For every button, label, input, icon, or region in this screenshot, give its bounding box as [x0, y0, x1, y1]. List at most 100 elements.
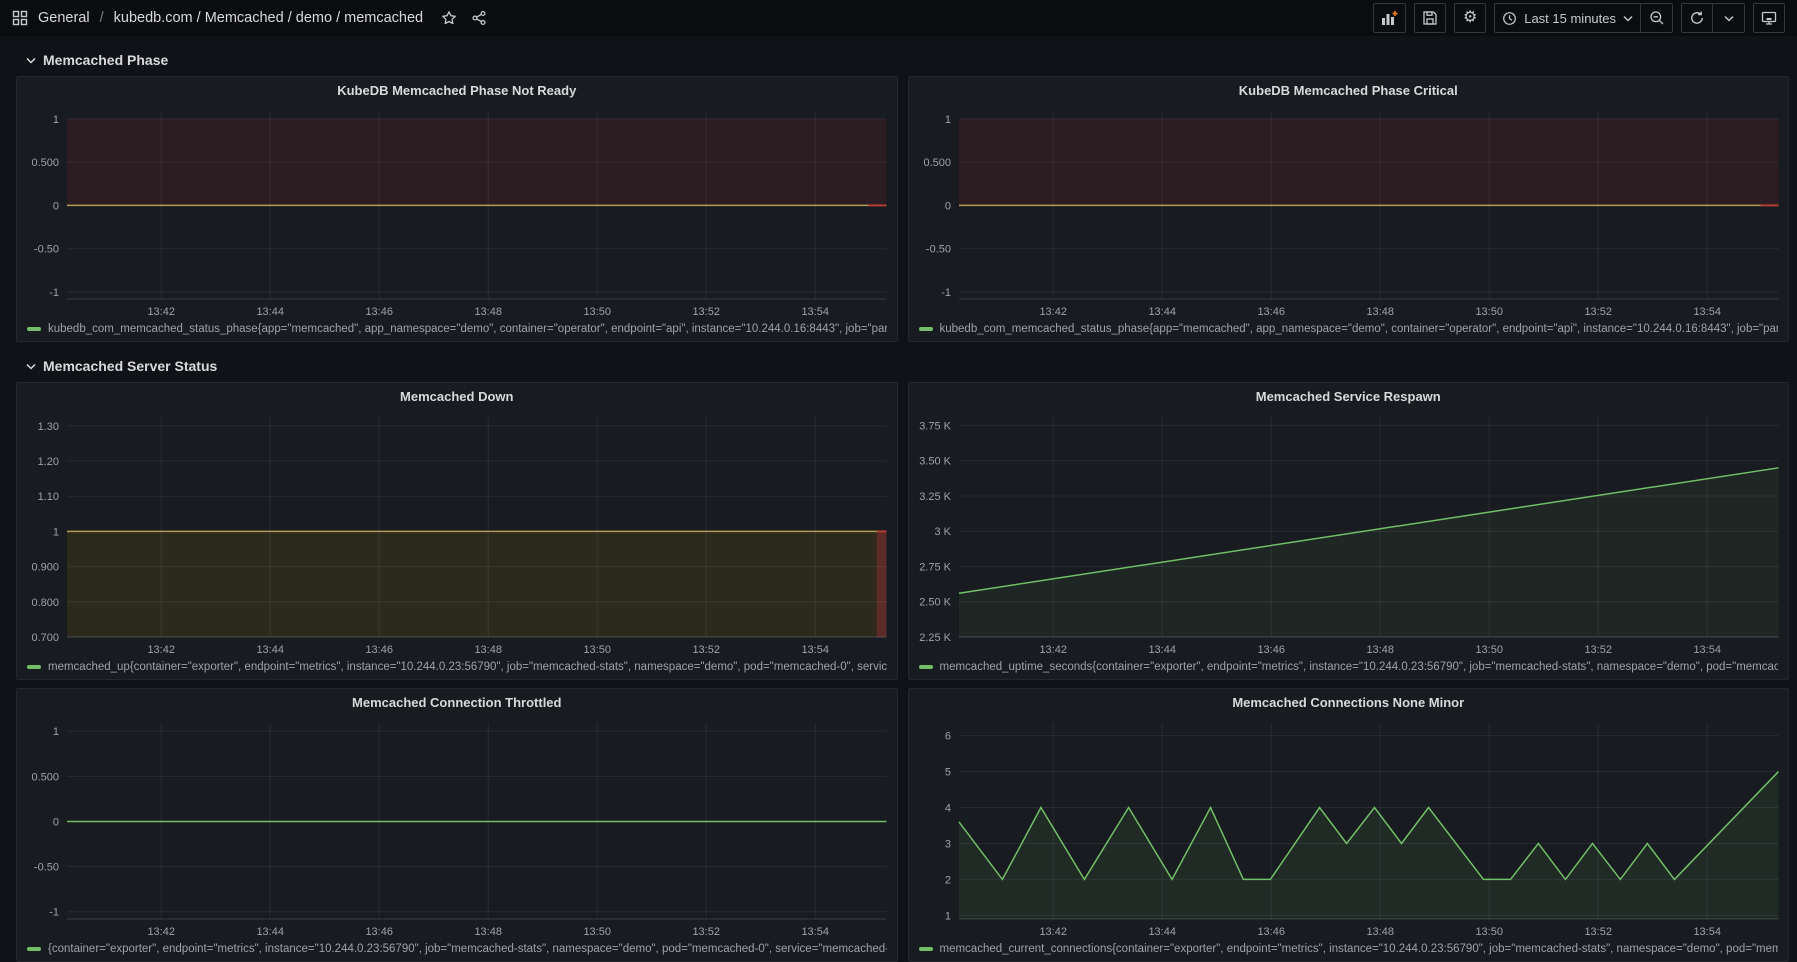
section-header-memcached-phase[interactable]: Memcached Phase — [26, 50, 1789, 70]
add-panel-button[interactable] — [1373, 3, 1406, 33]
legend-swatch — [919, 665, 933, 669]
legend-swatch — [919, 947, 933, 951]
legend-swatch — [27, 665, 41, 669]
legend-label[interactable]: kubedb_com_memcached_status_phase{app="m… — [940, 323, 1779, 335]
svg-text:13:52: 13:52 — [1584, 926, 1611, 938]
panel-memcached-connection-throttled: Memcached Connection Throttled 10.5000-0… — [16, 688, 898, 962]
refresh-dashboard-button[interactable] — [1681, 3, 1713, 33]
legend-label[interactable]: memcached_current_connections{container=… — [940, 943, 1779, 955]
svg-text:13:46: 13:46 — [1257, 306, 1285, 318]
kiosk-mode-button[interactable] — [1753, 3, 1785, 33]
chevron-down-icon — [26, 363, 36, 370]
svg-text:3: 3 — [944, 838, 950, 850]
breadcrumb-folder[interactable]: General — [38, 10, 90, 26]
svg-text:13:42: 13:42 — [1039, 926, 1067, 938]
star-icon[interactable] — [441, 10, 457, 26]
apps-grid-icon[interactable] — [12, 10, 28, 26]
svg-text:0: 0 — [53, 200, 59, 212]
svg-text:3.75 K: 3.75 K — [919, 421, 951, 433]
svg-text:13:54: 13:54 — [1693, 306, 1721, 318]
panel-title[interactable]: KubeDB Memcached Phase Critical — [909, 77, 1789, 103]
svg-text:0.500: 0.500 — [923, 157, 951, 169]
svg-text:13:48: 13:48 — [1366, 926, 1394, 938]
dashboard-title[interactable]: kubedb.com / Memcached / demo / memcache… — [114, 10, 423, 26]
time-range-picker[interactable]: Last 15 minutes — [1494, 3, 1641, 33]
clock-icon — [1502, 11, 1517, 26]
panel-title[interactable]: Memcached Connection Throttled — [17, 689, 897, 715]
zoom-out-icon — [1649, 10, 1665, 26]
svg-text:-0.50: -0.50 — [925, 244, 950, 256]
save-dashboard-button[interactable] — [1414, 3, 1446, 33]
svg-text:-1: -1 — [941, 287, 951, 299]
svg-text:13:48: 13:48 — [1366, 644, 1394, 656]
zoom-out-time-button[interactable] — [1641, 3, 1673, 33]
time-series-chart[interactable]: 3.75 K3.50 K3.25 K3 K2.75 K2.50 K2.25 K1… — [909, 409, 1789, 659]
time-series-chart[interactable]: 10.5000-0.50-113:4213:4413:4613:4813:501… — [909, 103, 1789, 321]
svg-text:3 K: 3 K — [934, 526, 951, 538]
time-series-chart[interactable]: 65432113:4213:4413:4613:4813:5013:5213:5… — [909, 715, 1789, 941]
legend-label[interactable]: {container="exporter", endpoint="metrics… — [48, 943, 887, 955]
legend-label[interactable]: kubedb_com_memcached_status_phase{app="m… — [48, 323, 887, 335]
panel-kubedb-memcached-phase-critical: KubeDB Memcached Phase Critical 10.5000-… — [908, 76, 1790, 342]
svg-text:13:44: 13:44 — [256, 644, 284, 656]
svg-text:13:52: 13:52 — [692, 306, 719, 318]
svg-text:13:46: 13:46 — [365, 926, 392, 938]
svg-text:-1: -1 — [49, 907, 59, 919]
dashboard-content: Memcached Phase KubeDB Memcached Phase N… — [0, 50, 1797, 962]
share-icon[interactable] — [471, 10, 487, 26]
svg-text:-1: -1 — [49, 287, 59, 299]
svg-text:0.800: 0.800 — [31, 597, 59, 609]
svg-text:13:42: 13:42 — [147, 306, 175, 318]
svg-text:13:42: 13:42 — [147, 644, 175, 656]
panel-title[interactable]: Memcached Service Respawn — [909, 383, 1789, 409]
svg-text:13:48: 13:48 — [1366, 306, 1394, 318]
svg-text:13:46: 13:46 — [1257, 926, 1285, 938]
svg-text:13:42: 13:42 — [1039, 306, 1067, 318]
svg-text:6: 6 — [944, 731, 950, 743]
svg-text:13:50: 13:50 — [583, 644, 611, 656]
svg-text:13:50: 13:50 — [1475, 306, 1503, 318]
legend: kubedb_com_memcached_status_phase{app="m… — [909, 321, 1789, 341]
svg-text:13:54: 13:54 — [1693, 644, 1721, 656]
svg-text:-0.50: -0.50 — [34, 244, 59, 256]
section-title: Memcached Server Status — [43, 358, 217, 374]
top-navigation-bar: General / kubedb.com / Memcached / demo … — [0, 0, 1797, 36]
legend-swatch — [919, 327, 933, 331]
svg-text:13:52: 13:52 — [1584, 306, 1611, 318]
time-series-chart[interactable]: 1.301.201.1010.9000.8000.70013:4213:4413… — [17, 409, 897, 659]
refresh-interval-dropdown[interactable] — [1713, 3, 1745, 33]
svg-text:13:54: 13:54 — [801, 306, 829, 318]
svg-text:1: 1 — [53, 726, 59, 738]
svg-text:13:48: 13:48 — [474, 306, 502, 318]
panel-memcached-service-respawn: Memcached Service Respawn 3.75 K3.50 K3.… — [908, 382, 1790, 680]
legend: memcached_uptime_seconds{container="expo… — [909, 659, 1789, 679]
panel-row-1: KubeDB Memcached Phase Not Ready 10.5000… — [16, 76, 1789, 342]
gear-icon: ⚙ — [1463, 10, 1477, 26]
legend-label[interactable]: memcached_uptime_seconds{container="expo… — [940, 661, 1779, 673]
panel-title[interactable]: Memcached Down — [17, 383, 897, 409]
svg-text:13:44: 13:44 — [1148, 926, 1176, 938]
svg-text:0.900: 0.900 — [31, 562, 59, 574]
dashboard-settings-button[interactable]: ⚙ — [1454, 3, 1486, 33]
svg-text:13:46: 13:46 — [365, 306, 392, 318]
svg-text:13:44: 13:44 — [1148, 306, 1176, 318]
svg-text:2.25 K: 2.25 K — [919, 632, 951, 644]
time-series-chart[interactable]: 10.5000-0.50-113:4213:4413:4613:4813:501… — [17, 715, 897, 941]
svg-text:0.500: 0.500 — [31, 771, 59, 783]
svg-text:13:44: 13:44 — [1148, 644, 1176, 656]
svg-text:13:50: 13:50 — [583, 926, 611, 938]
svg-text:13:52: 13:52 — [692, 644, 719, 656]
time-series-chart[interactable]: 10.5000-0.50-113:4213:4413:4613:4813:501… — [17, 103, 897, 321]
svg-text:0.700: 0.700 — [31, 632, 59, 644]
svg-text:13:54: 13:54 — [801, 644, 829, 656]
legend-swatch — [27, 947, 41, 951]
chevron-down-icon — [26, 57, 36, 64]
save-icon — [1422, 10, 1438, 26]
panel-memcached-down: Memcached Down 1.301.201.1010.9000.8000.… — [16, 382, 898, 680]
legend: memcached_current_connections{container=… — [909, 941, 1789, 961]
legend-label[interactable]: memcached_up{container="exporter", endpo… — [48, 661, 887, 673]
panel-title[interactable]: Memcached Connections None Minor — [909, 689, 1789, 715]
section-header-memcached-server-status[interactable]: Memcached Server Status — [26, 356, 1789, 376]
svg-text:0: 0 — [944, 200, 950, 212]
panel-title[interactable]: KubeDB Memcached Phase Not Ready — [17, 77, 897, 103]
